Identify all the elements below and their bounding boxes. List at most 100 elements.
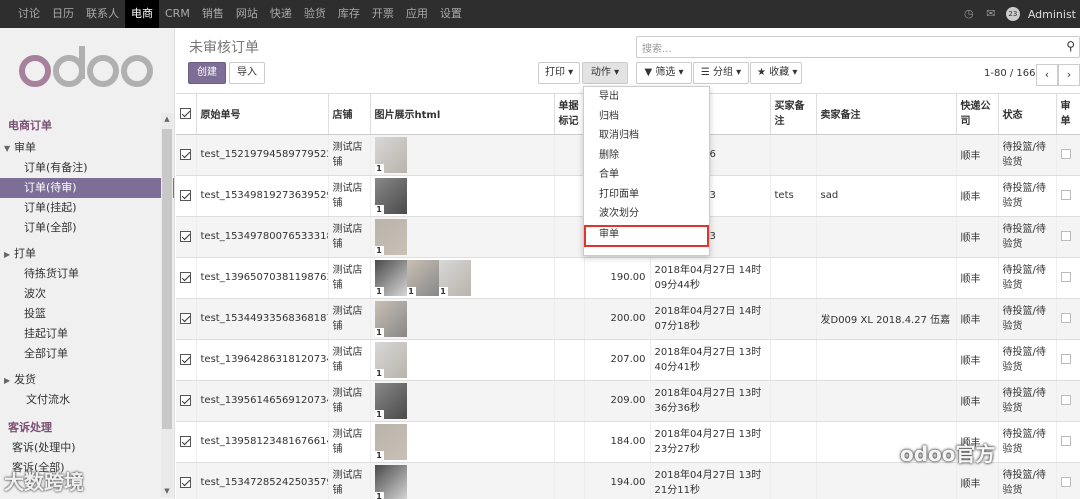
col-doc-mark[interactable]: 单据标记 — [554, 94, 585, 135]
review-checkbox[interactable] — [1060, 436, 1071, 446]
col-buyer-note[interactable]: 买家备注 — [770, 94, 817, 135]
top-menu-item[interactable]: 应用 — [400, 0, 434, 28]
row-select[interactable] — [176, 380, 197, 422]
product-thumbnail[interactable]: 1 — [374, 423, 407, 460]
row-checkbox[interactable] — [180, 271, 191, 283]
col-image-html[interactable]: 图片展示html — [370, 94, 555, 135]
action-menu-item[interactable]: 删除 — [584, 146, 709, 166]
top-menu-item[interactable]: 讨论 — [12, 0, 46, 28]
sidebar-item-orders-all[interactable]: 订单(全部) — [0, 218, 174, 238]
row-checkbox[interactable] — [180, 230, 191, 242]
sidebar-item-suspended-orders[interactable]: 挂起订单 — [0, 324, 174, 344]
review-checkbox[interactable] — [1060, 149, 1071, 159]
select-all-checkbox[interactable] — [180, 108, 191, 119]
scroll-up-icon[interactable]: ▲ — [161, 113, 173, 125]
scrollbar-thumb[interactable] — [162, 129, 172, 429]
top-menu-item[interactable]: 验货 — [298, 0, 332, 28]
odoo-logo[interactable] — [0, 28, 174, 108]
col-seller-note[interactable]: 卖家备注 — [816, 94, 957, 135]
sidebar-item-waves[interactable]: 波次 — [0, 284, 174, 304]
review-checkbox[interactable] — [1060, 190, 1071, 200]
col-shop[interactable]: 店铺 — [328, 94, 371, 135]
cell-review[interactable] — [1056, 134, 1080, 176]
table-row[interactable]: test_139642863181207349 测试店铺 1 207.00 2018年0… — [176, 339, 1080, 381]
search-input[interactable]: 搜索... ⚲ — [636, 36, 1080, 58]
review-checkbox[interactable] — [1060, 477, 1071, 487]
search-icon[interactable]: ⚲ — [1066, 39, 1075, 53]
table-row[interactable]: test_139561465691207349 测试店铺 1 209.00 2018年0… — [176, 380, 1080, 422]
filter-button[interactable]: ▼ 筛选 ▾ — [636, 62, 692, 84]
product-thumbnail[interactable]: 1 — [374, 341, 407, 378]
action-menu-item[interactable]: 审单 — [584, 224, 709, 247]
cell-review[interactable] — [1056, 257, 1080, 299]
avatar[interactable]: 23 — [1005, 7, 1020, 21]
top-menu-item[interactable]: 快递 — [264, 0, 298, 28]
row-select[interactable] — [176, 462, 197, 499]
top-menu-item[interactable]: 开票 — [366, 0, 400, 28]
action-menu-item[interactable]: 打印面单 — [584, 185, 709, 205]
sidebar-scrollbar[interactable]: ▲ ▼ — [161, 113, 173, 497]
top-menu-item[interactable]: 电商 — [125, 0, 159, 28]
review-checkbox[interactable] — [1060, 354, 1071, 364]
action-menu-item[interactable]: 归档 — [584, 107, 709, 127]
group-ship[interactable]: ▶ 发货 — [0, 368, 174, 390]
row-checkbox[interactable] — [180, 476, 191, 488]
row-select[interactable] — [176, 257, 197, 299]
review-checkbox[interactable] — [1060, 395, 1071, 405]
table-row[interactable]: test_153472852425035794 测试店铺 1 194.00 2018年0… — [176, 462, 1080, 499]
username[interactable]: Administ — [1028, 8, 1076, 21]
product-thumbnail[interactable]: 1 — [374, 259, 407, 296]
action-menu-item[interactable]: 导出 — [584, 87, 709, 107]
sidebar-item-complaints-processing[interactable]: 客诉(处理中) — [0, 438, 174, 458]
group-by-button[interactable]: ☰ 分组 ▾ — [693, 62, 749, 84]
import-button[interactable]: 导入 — [229, 62, 265, 84]
next-page-button[interactable]: › — [1058, 64, 1080, 86]
col-carrier[interactable]: 快递公司 — [956, 94, 999, 135]
sidebar-item-orders-with-notes[interactable]: 订单(有备注) — [0, 158, 174, 178]
cell-review[interactable] — [1056, 298, 1080, 340]
create-button[interactable]: 创建 — [188, 62, 226, 84]
product-thumbnail[interactable]: 1 — [406, 259, 439, 296]
row-select[interactable] — [176, 298, 197, 340]
print-button[interactable]: 打印 ▾ — [538, 62, 580, 84]
product-thumbnail[interactable]: 1 — [374, 136, 407, 173]
sidebar-item-pick-orders[interactable]: 待拣货订单 — [0, 264, 174, 284]
chat-icon[interactable]: ✉ — [984, 7, 998, 21]
top-menu-item[interactable]: CRM — [159, 0, 196, 28]
row-checkbox[interactable] — [180, 189, 191, 201]
sidebar-item-payment-flow[interactable]: 文付流水 — [0, 390, 174, 410]
product-thumbnail[interactable]: 1 — [374, 464, 407, 499]
sidebar-item-orders-suspended[interactable]: 订单(挂起) — [0, 198, 174, 218]
row-checkbox[interactable] — [180, 394, 191, 406]
row-select[interactable] — [176, 339, 197, 381]
action-button[interactable]: 动作 ▾ — [582, 62, 628, 84]
cell-review[interactable] — [1056, 421, 1080, 463]
row-checkbox[interactable] — [180, 353, 191, 365]
review-checkbox[interactable] — [1060, 313, 1071, 323]
scroll-down-icon[interactable]: ▼ — [161, 485, 173, 497]
cell-review[interactable] — [1056, 380, 1080, 422]
row-checkbox[interactable] — [180, 435, 191, 447]
action-menu-item[interactable]: 合单 — [584, 165, 709, 185]
top-menu-item[interactable]: 联系人 — [80, 0, 125, 28]
row-select[interactable] — [176, 421, 197, 463]
action-menu-item[interactable]: 波次划分 — [584, 204, 709, 224]
row-checkbox[interactable] — [180, 312, 191, 324]
sidebar-item-all-orders[interactable]: 全部订单 — [0, 344, 174, 364]
col-status[interactable]: 状态 — [998, 94, 1057, 135]
product-thumbnail[interactable]: 1 — [438, 259, 471, 296]
prev-page-button[interactable]: ‹ — [1036, 64, 1058, 86]
col-review[interactable]: 审单 — [1056, 94, 1080, 135]
product-thumbnail[interactable]: 1 — [374, 218, 407, 255]
clock-icon[interactable]: ◷ — [962, 7, 976, 21]
top-menu-item[interactable]: 设置 — [434, 0, 468, 28]
review-checkbox[interactable] — [1060, 231, 1071, 241]
product-thumbnail[interactable]: 1 — [374, 177, 407, 214]
col-original-order[interactable]: 原始单号 — [196, 94, 329, 135]
favorites-button[interactable]: ★ 收藏 ▾ — [750, 62, 802, 84]
row-select[interactable] — [176, 134, 197, 176]
product-thumbnail[interactable]: 1 — [374, 382, 407, 419]
cell-review[interactable] — [1056, 462, 1080, 499]
top-menu-item[interactable]: 库存 — [332, 0, 366, 28]
table-row[interactable]: test_153449335683681874 测试店铺 1 200.00 2018年0… — [176, 298, 1080, 340]
